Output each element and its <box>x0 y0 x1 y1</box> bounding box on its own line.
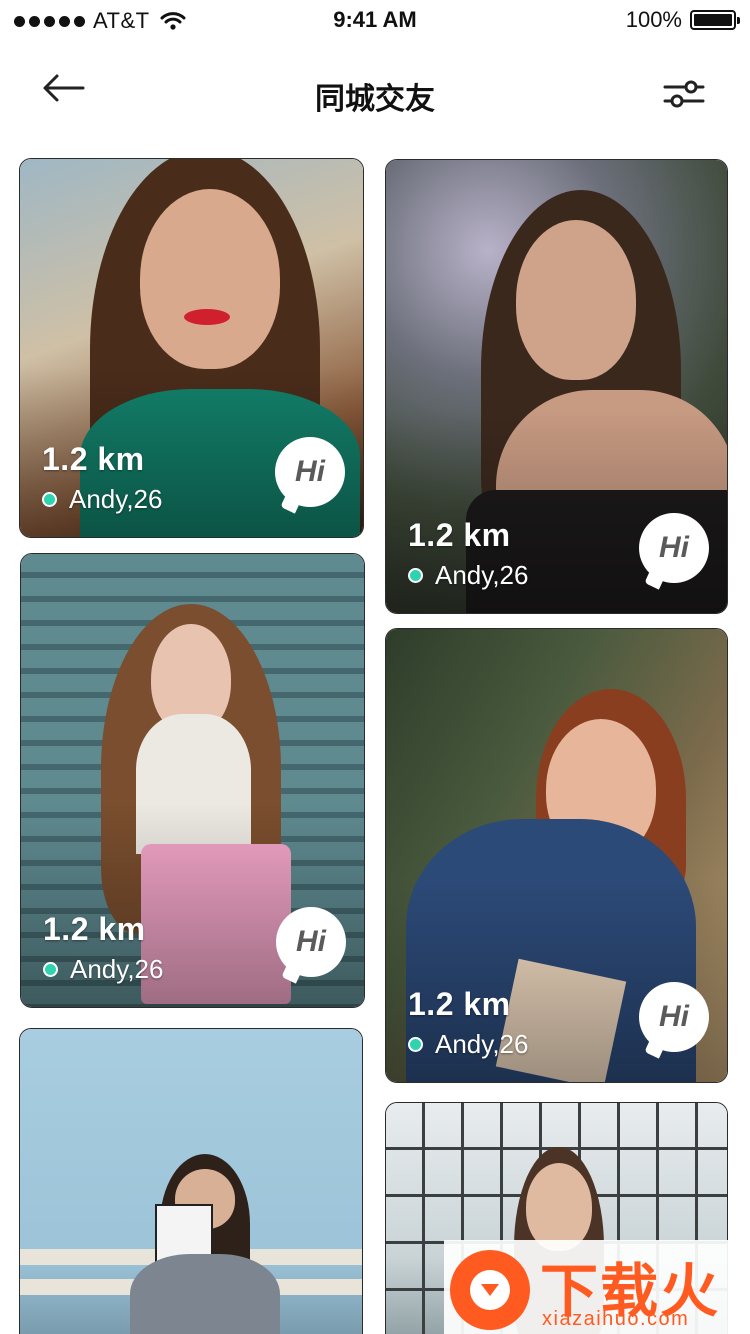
hi-label: Hi <box>295 455 325 488</box>
profile-card[interactable] <box>19 1028 363 1334</box>
profile-card[interactable]: 1.2 km Andy,26 Hi <box>385 159 728 614</box>
battery-icon <box>690 10 740 30</box>
user-name-age: Andy,26 <box>435 1029 529 1059</box>
profile-card[interactable]: 1.2 km Andy,26 Hi <box>19 158 364 538</box>
profile-card[interactable]: 1.2 km Andy,26 Hi <box>385 628 728 1083</box>
page-title: 同城交友 <box>315 83 435 116</box>
user-name-age: Andy,26 <box>435 560 529 590</box>
card-info: 1.2 km Andy,26 <box>43 911 163 985</box>
watermark-domain: xiazaihuo.com <box>542 1308 690 1330</box>
distance-label: 1.2 km <box>42 441 145 477</box>
card-info: 1.2 km Andy,26 <box>408 517 528 591</box>
battery-percent: 100% <box>625 7 682 32</box>
hi-label: Hi <box>659 1000 689 1033</box>
say-hi-button[interactable]: Hi <box>276 907 346 977</box>
profile-photo <box>20 1029 362 1334</box>
battery-level <box>694 14 732 26</box>
filter-button[interactable] <box>658 72 710 116</box>
status-bar: AT&T 9:41 AM 100% <box>0 0 750 40</box>
status-right: 100% <box>625 7 740 33</box>
online-status-dot <box>408 568 423 583</box>
card-info: 1.2 km Andy,26 <box>42 441 162 515</box>
watermark-logo-icon <box>450 1250 530 1330</box>
say-hi-button[interactable]: Hi <box>275 437 345 507</box>
profile-card[interactable]: 1.2 km Andy,26 Hi <box>20 553 365 1008</box>
online-status-dot <box>408 1037 423 1052</box>
hi-label: Hi <box>296 925 326 958</box>
distance-label: 1.2 km <box>408 517 511 553</box>
online-status-dot <box>43 962 58 977</box>
online-status-dot <box>42 492 57 507</box>
user-name-age: Andy,26 <box>69 484 163 514</box>
distance-label: 1.2 km <box>43 911 146 947</box>
card-info: 1.2 km Andy,26 <box>408 986 528 1060</box>
navigation-bar: 同城交友 <box>0 60 750 124</box>
user-name-age: Andy,26 <box>70 954 164 984</box>
sliders-icon <box>663 80 705 108</box>
hi-label: Hi <box>659 531 689 564</box>
watermark: 下载火 xiazaihuo.com <box>444 1240 750 1334</box>
say-hi-button[interactable]: Hi <box>639 513 709 583</box>
say-hi-button[interactable]: Hi <box>639 982 709 1052</box>
distance-label: 1.2 km <box>408 986 511 1022</box>
